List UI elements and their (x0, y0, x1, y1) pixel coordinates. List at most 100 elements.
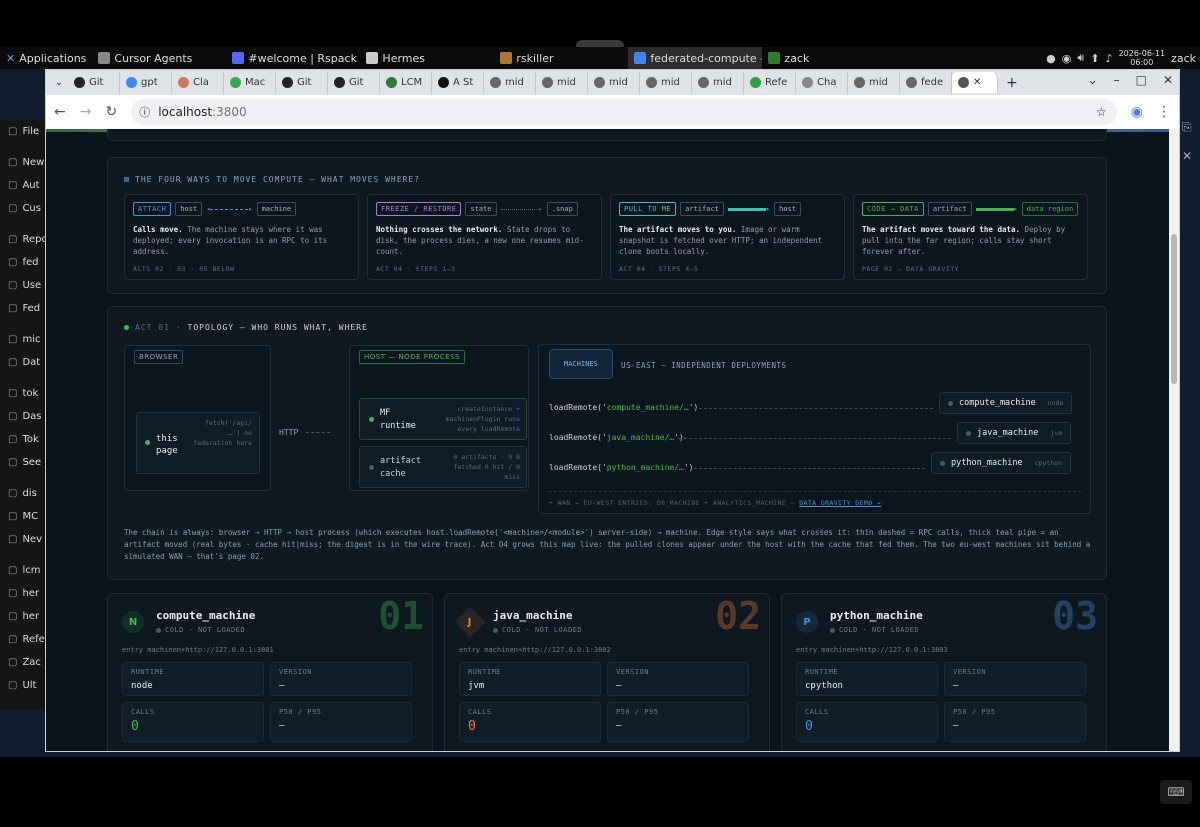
sidebar-item[interactable]: ▢ New (0, 151, 46, 174)
new-tab-button[interactable]: + (1006, 75, 1018, 91)
tab-favicon-icon (490, 77, 501, 88)
maximize-icon[interactable]: □ (1136, 73, 1147, 87)
browser-tab[interactable]: LCM (380, 72, 432, 93)
data-gravity-link[interactable]: DATA GRAVITY DEMO → (799, 499, 881, 507)
sidebar-item[interactable]: ▢ Use (0, 274, 46, 297)
remote-machine-name: compute_machine (959, 398, 1036, 408)
browser-tab[interactable]: Mac (224, 72, 276, 93)
keyboard-icon[interactable]: ⌨ (1160, 780, 1192, 804)
remote-machine-box[interactable]: compute_machine node (939, 392, 1073, 414)
browser-tab[interactable]: mid (692, 72, 744, 93)
sidebar-item-icon: ▢ (8, 180, 18, 191)
way-footnote: ACT 04 · STEPS 4–5 (619, 265, 699, 273)
applications-menu[interactable]: ✕ Applications (0, 47, 92, 69)
browser-tab[interactable]: A St (432, 72, 484, 93)
browser-tab[interactable]: fede (900, 72, 952, 93)
browser-tab[interactable]: mid (640, 72, 692, 93)
browser-tab[interactable]: Refe (744, 72, 796, 93)
tray-app-icon[interactable]: ● (1046, 52, 1056, 65)
calls-stat: CALLS 0 (459, 702, 601, 742)
sidebar-item[interactable]: ▢ Dat (0, 351, 46, 374)
address-bar[interactable]: ⓘ localhost:3800 ☆ (131, 99, 1117, 125)
taskbar-item[interactable]: zack (762, 47, 896, 69)
profile-icon[interactable]: ◉ (1131, 104, 1143, 120)
tab-favicon-icon (438, 77, 449, 88)
browser-tab[interactable]: mid (484, 72, 536, 93)
sidebar-item[interactable]: ▢ fed (0, 251, 46, 274)
discord-tray-icon[interactable]: ◉ (1062, 52, 1072, 65)
sidebar-item[interactable]: ▢ Tok (0, 428, 46, 451)
taskbar-item[interactable]: federated-compute — ... (628, 47, 763, 69)
sidebar-item[interactable]: ▢ Cus (0, 197, 46, 220)
machine-number: 02 (715, 594, 761, 638)
minimize-icon[interactable]: – (1114, 73, 1120, 87)
sidebar-item[interactable]: ▢ lcm (0, 559, 46, 582)
sidebar-item[interactable]: ▢ Nev (0, 528, 46, 551)
sidebar-item[interactable]: ▢ dis (0, 482, 46, 505)
sidebar-item[interactable]: ▢ Refe (0, 628, 46, 651)
tab-active[interactable]: ✕ (952, 72, 998, 93)
sidebar-item[interactable]: ▢ Fed (0, 297, 46, 320)
user-menu[interactable]: zack (1171, 52, 1196, 65)
browser-tab[interactable]: Git (68, 72, 120, 93)
taskbar-item[interactable]: #welcome | Rspack - ... (226, 47, 360, 69)
browser-tab-label: mid (557, 77, 576, 88)
sidebar-item[interactable]: ▢ Ult (0, 674, 46, 697)
reload-icon[interactable]: ↻ (105, 104, 117, 120)
latency-stat-value: — (279, 721, 285, 731)
tab-search-icon[interactable]: ⌄ (1088, 73, 1098, 87)
back-icon[interactable]: ← (54, 104, 66, 120)
sidebar-item-icon: ▢ (8, 511, 18, 522)
topology-act: ACT 01 · (135, 323, 182, 332)
machine-card[interactable]: N 01 compute_machine COLD · NOT LOADED e… (107, 593, 433, 751)
load-remote-call: loadRemote('java_machine/…') (549, 433, 684, 442)
menu-kebab-icon[interactable]: ⋮ (1157, 104, 1171, 120)
browser-tab[interactable]: Cha (796, 72, 848, 93)
sidebar-item[interactable]: ▢ Reposi (0, 228, 46, 251)
scrollbar-thumb[interactable] (1171, 234, 1177, 384)
calls-stat-label: CALLS (131, 708, 155, 716)
taskbar-item[interactable]: rskiller (494, 47, 628, 69)
sidebar-item[interactable]: ▢ her (0, 582, 46, 605)
remote-machine-box[interactable]: python_machine cpython (931, 452, 1072, 474)
browser-tab[interactable]: mid (848, 72, 900, 93)
calls-stat-value: 0 (131, 719, 139, 734)
browser-tab[interactable]: Git (276, 72, 328, 93)
sidebar-item-label: Zac (22, 657, 41, 668)
clock[interactable]: 2026-06-11 06:00 (1119, 49, 1166, 67)
notification-bell-icon[interactable]: ♪ (1106, 52, 1113, 65)
update-icon[interactable]: ⬆ (1090, 52, 1099, 65)
sidebar-item[interactable]: ▢ tok (0, 382, 46, 405)
browser-tab[interactable]: mid (536, 72, 588, 93)
taskbar-item[interactable]: Hermes (360, 47, 494, 69)
close-window-icon[interactable]: ✕ (1163, 73, 1173, 87)
browser-tab[interactable]: Git (328, 72, 380, 93)
tab-search-chevron-icon[interactable]: ⌄ (50, 77, 68, 88)
browser-tab[interactable]: mid (588, 72, 640, 93)
tab-favicon-icon (698, 77, 709, 88)
close-tab-icon[interactable]: ✕ (973, 77, 981, 88)
sidebar-item[interactable]: ▢ Zac (0, 651, 46, 674)
sidebar-item[interactable]: ▢ mic (0, 328, 46, 351)
browser-tab[interactable]: gpt (120, 72, 172, 93)
machine-card[interactable]: J 02 java_machine COLD · NOT LOADED entr… (444, 593, 770, 751)
page-scrollbar[interactable] (1169, 129, 1179, 751)
bookmark-star-icon[interactable]: ☆ (1096, 105, 1107, 119)
sidebar-item[interactable]: ▢ File (0, 120, 46, 143)
browser-tab[interactable]: Cla (172, 72, 224, 93)
sidebar-item[interactable]: ▢ her (0, 605, 46, 628)
way-footnote: ACT 04 · STEPS 1–3 (376, 265, 456, 273)
sidebar-item[interactable]: ▢ Das (0, 405, 46, 428)
remote-machine-name: java_machine (977, 428, 1039, 438)
sidebar-item[interactable]: ▢ Aut (0, 174, 46, 197)
remote-machine-box[interactable]: java_machine jvm (957, 422, 1072, 444)
machines-tab[interactable]: MACHINES (549, 349, 613, 379)
taskbar-item[interactable]: Cursor Agents (92, 47, 226, 69)
machine-card[interactable]: P 03 python_machine COLD · NOT LOADED en… (781, 593, 1107, 751)
sidebar-item[interactable]: ▢ See (0, 451, 46, 474)
volume-icon[interactable]: 🔊︎ (1077, 51, 1084, 65)
sidebar-item-label: Nev (22, 534, 43, 545)
forward-icon[interactable]: → (80, 104, 92, 120)
site-info-icon[interactable]: ⓘ (139, 104, 150, 120)
sidebar-item[interactable]: ▢ MC (0, 505, 46, 528)
